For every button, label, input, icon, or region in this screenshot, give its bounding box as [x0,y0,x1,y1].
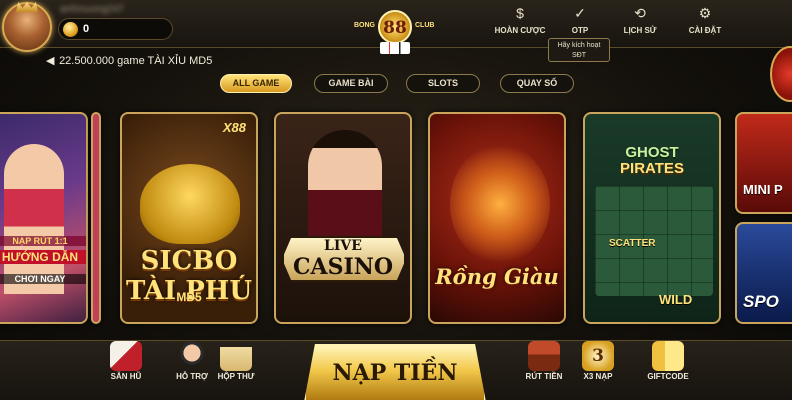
button-hop-thu[interactable]: HỘP THƯ [208,341,264,381]
promo-banner-card[interactable]: NẠP RÚT 1:1 HƯỚNG DẪN CHƠI NGAY [0,112,88,324]
bong88-club-logo: BONG 88 CLUB [350,6,440,54]
nav-hoan-cuoc[interactable]: $ HOÀN CƯỢC [490,4,550,35]
treasure-chest-icon [528,341,560,371]
nav-otp[interactable]: ✓ OTP [550,4,610,35]
mini-poker-title: MINI P [743,182,783,197]
tooltip-line-1: Hãy kích hoạt [557,42,601,49]
game-category-tabs: ALL GAME GAME BÀI SLOTS QUAY SỐ [220,74,580,94]
game-card-live-casino[interactable]: LIVE CASINO [274,112,412,324]
game-card-ghost-pirates[interactable]: GHOST PIRATES SCATTER WILD [583,112,721,324]
nav-label: OTP [571,26,589,35]
ghost-pirates-line-2: PIRATES [620,160,684,177]
logo-left-text: BONG [354,22,375,29]
shield-check-icon: ✓ [574,5,586,21]
tab-game-bai[interactable]: GAME BÀI [314,74,388,93]
gear-icon: ⚙ [698,5,712,21]
promo-line-1: NẠP RÚT 1:1 [0,236,86,246]
dice-icon [110,341,142,371]
hop-thu-label: HỘP THƯ [217,372,255,381]
golden-toad-image [140,164,240,244]
support-agent-icon [176,341,208,371]
tab-all-game[interactable]: ALL GAME [220,74,292,93]
wild-symbol: WILD [659,292,693,307]
game-card-sicbo-tai-phu[interactable]: X88 SICBO TÀI PHÚ MD5 [120,112,258,324]
sicbo-subtitle: MD5 [176,290,202,304]
casino-line-2: CASINO [292,254,394,280]
nav-label: HOÀN CƯỢC [494,26,546,35]
scatter-symbol: SCATTER [609,238,656,249]
tab-slots[interactable]: SLOTS [406,74,480,93]
promo-card-edge [91,112,101,324]
button-x3-nap[interactable]: 3 X3 NẠP [570,341,626,381]
button-rut-tien[interactable]: RÚT TIỀN [516,341,572,381]
x3-nap-label: X3 NẠP [583,372,613,381]
history-icon: ⟲ [634,5,646,21]
marquee-text: 22.500.000 game TÀI XỈU MD5 [59,55,213,67]
button-san-hu[interactable]: SĂN HŨ [98,341,154,381]
x3-badge-icon: 3 [582,341,614,371]
logo-right-text: CLUB [415,22,435,29]
san-hu-label: SĂN HŨ [110,372,142,381]
nav-cai-dat[interactable]: ⚙ CÀI ĐẶT [675,4,735,35]
top-nav: $ HOÀN CƯỢC ✓ OTP ⟲ LỊCH SỬ ⚙ CÀI ĐẶT [490,4,735,44]
game-card-rong-giau[interactable]: Rồng Giàu [428,112,566,324]
deposit-button[interactable]: NẠP TIỀN [304,344,486,400]
tooltip-line-2: SĐT [572,52,586,59]
rong-giau-title: Rồng Giàu [435,264,559,289]
promo-line-3: CHƠI NGAY [0,274,86,284]
crown-icon [16,2,38,12]
playing-cards-icon [380,42,410,54]
user-avatar[interactable] [2,2,52,52]
nav-lich-su[interactable]: ⟲ LỊCH SỬ [610,4,670,35]
giftcode-ticket-icon [652,341,684,371]
game-card-mini-poker[interactable]: MINI P [735,112,792,214]
nav-label: CÀI ĐẶT [688,26,722,35]
username: anhmuong247 [60,4,124,15]
promo-line-2: HƯỚNG DẪN [0,250,86,264]
tab-quay-so[interactable]: QUAY SỐ [500,74,574,93]
logo-ring: 88 [378,10,412,44]
ghost-pirates-line-1: GHOST [625,144,679,161]
jackpot-marquee: ◀ 22.500.000 game TÀI XỈU MD5 [46,54,212,67]
balance-display[interactable]: 0 [58,18,173,40]
balance-value: 0 [83,23,90,35]
game-card-sport[interactable]: SPO [735,222,792,324]
mailbox-icon [220,347,252,371]
giftcode-label: GIFTCODE [647,372,689,381]
dollar-icon: $ [516,5,524,21]
deposit-label: NẠP TIỀN [332,360,458,386]
promo-badge-icon[interactable] [770,46,792,102]
x88-badge: X88 [222,120,246,135]
nav-label: LỊCH SỬ [623,26,657,35]
dragon-image [450,144,550,264]
rut-tien-label: RÚT TIỀN [525,372,563,381]
sport-title: SPO [743,292,779,311]
coin-icon [63,22,78,37]
button-giftcode[interactable]: GIFTCODE [640,341,696,381]
hostess-image [4,144,64,294]
otp-tooltip: Hãy kích hoạt SĐT [548,38,610,62]
speaker-icon: ◀ [46,55,55,67]
logo-number: 88 [383,18,407,38]
casino-line-1: LIVE [324,238,362,254]
